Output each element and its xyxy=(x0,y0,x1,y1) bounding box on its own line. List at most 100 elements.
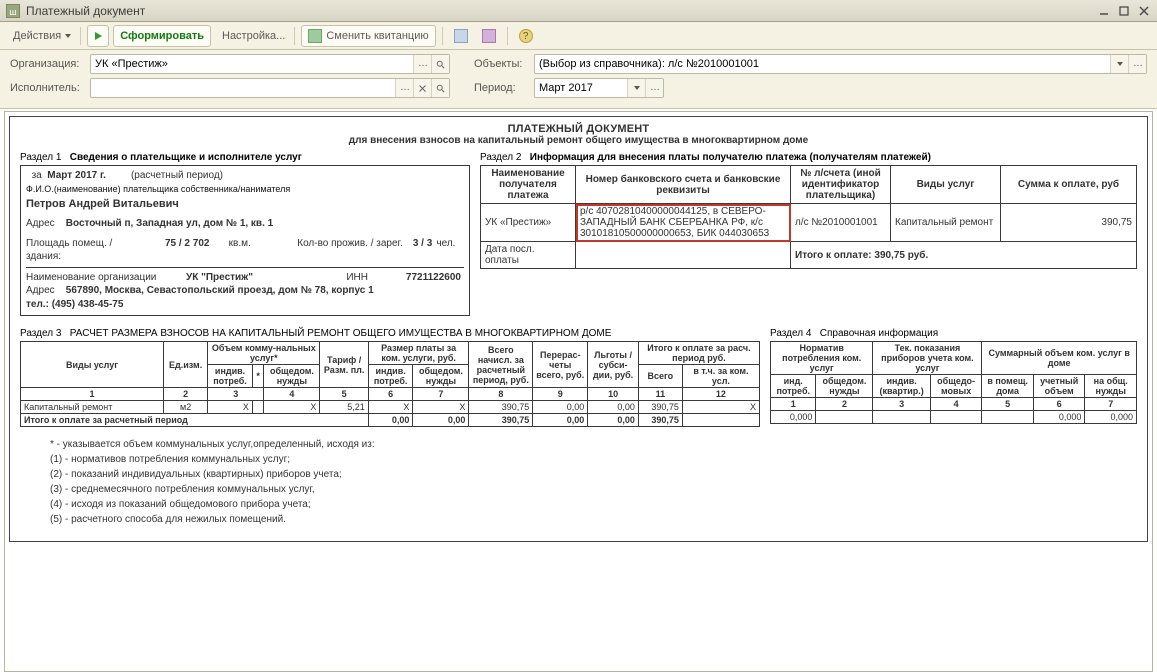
org-label: Организация: xyxy=(10,58,90,70)
sec2-title: Информация для внесения платы получателю… xyxy=(530,152,931,163)
run-button[interactable] xyxy=(87,25,109,47)
s3h-kind: Виды услуг xyxy=(21,342,164,388)
settings-menu[interactable]: Настройка... xyxy=(215,25,288,47)
sec4-num: Раздел 4 xyxy=(770,328,811,339)
change-receipt-button[interactable]: Сменить квитанцию xyxy=(301,25,435,47)
notes: * - указывается объем коммунальных услуг… xyxy=(20,437,1137,527)
s4h-sumvol: Суммарный объем ком. услуг в доме xyxy=(982,342,1137,375)
doc-subtitle: для внесения взносов на капитальный ремо… xyxy=(20,135,1137,146)
sec1-addr-label: Адрес xyxy=(26,218,55,229)
document-area[interactable]: ПЛАТЕЖНЫЙ ДОКУМЕНТ для внесения взносов … xyxy=(4,111,1153,672)
org-search-button[interactable] xyxy=(431,55,449,73)
actions-menu[interactable]: Действия xyxy=(6,25,74,47)
calc-icon xyxy=(482,29,496,43)
sec1-orgaddr-label: Адрес xyxy=(26,285,55,296)
sec1-addr: Восточный п, Западная ул, дом № 1, кв. 1 xyxy=(66,218,273,229)
help-button[interactable]: ? xyxy=(514,25,538,47)
period-select-button[interactable]: … xyxy=(645,79,663,97)
sec1-orgname: УК "Престиж" xyxy=(186,271,326,285)
sec1-residents-unit: чел. xyxy=(436,237,464,264)
sec4-title: Справочная информация xyxy=(820,328,938,339)
s3h-benefits: Льготы / субси-дии, руб. xyxy=(588,342,639,388)
s3h-indiv2: индив. потреб. xyxy=(368,365,413,388)
sec2-h-recipient: Наименование получателя платежа xyxy=(481,166,576,204)
sec2-lastpay-label: Дата посл. оплаты xyxy=(481,242,576,269)
toolbar: Действия Сформировать Настройка... Смени… xyxy=(0,22,1157,50)
table-total-row: Итого к оплате за расчетный период 0,00 … xyxy=(21,414,760,427)
sec3-num: Раздел 3 xyxy=(20,328,61,339)
s3h-total: Итого к оплате за расч. период руб. xyxy=(638,342,759,365)
s3h-common1: общедом. нужды xyxy=(264,365,320,388)
form-button-label: Сформировать xyxy=(120,30,204,42)
note-1: (1) - нормативов потребления коммунальны… xyxy=(50,452,1137,467)
sec1-residents: 3 / 3 xyxy=(409,237,437,264)
sec1-residents-label: Кол-во прожив. / зарег. xyxy=(270,237,409,264)
note-0: * - указывается объем коммунальных услуг… xyxy=(50,437,1137,452)
s3h-unit: Ед.изм. xyxy=(164,342,208,388)
org-field[interactable]: … xyxy=(90,54,450,74)
sec1-tel: (495) 438-45-75 xyxy=(52,299,124,310)
sec2-r-account: р/с 40702810400000044125, в СЕВЕРО-ЗАПАД… xyxy=(576,204,791,242)
sec1-orgaddr: 567890, Москва, Севастопольский проезд, … xyxy=(66,285,374,296)
executor-label: Исполнитель: xyxy=(10,82,90,94)
objects-dropdown-button[interactable] xyxy=(1110,55,1128,73)
note-5: (5) - расчетного способа для нежилых пом… xyxy=(50,512,1137,527)
sec2-r-lic: л/с №2010001001 xyxy=(791,204,891,242)
help-icon: ? xyxy=(519,29,533,43)
table-row: Капитальный ремонт м2 X X 5,21 X X 390,7… xyxy=(21,401,760,414)
form-button[interactable]: Сформировать xyxy=(113,25,211,47)
switch-icon xyxy=(308,29,322,43)
objects-field[interactable]: … xyxy=(534,54,1147,74)
executor-search-button[interactable] xyxy=(431,79,449,97)
s3h-tariff: Тариф / Разм. пл. xyxy=(320,342,368,388)
period-field[interactable]: … xyxy=(534,78,664,98)
close-button[interactable] xyxy=(1135,3,1153,19)
s3h-recalc: Перерас-четы всего, руб. xyxy=(533,342,588,388)
executor-input[interactable] xyxy=(91,79,395,97)
sec2-h-lic: № л/счета (иной идентификатор плательщик… xyxy=(791,166,891,204)
app-icon: ш xyxy=(6,4,20,18)
sec1-area-unit: кв.м. xyxy=(229,237,270,264)
tool-icon-1[interactable] xyxy=(449,25,473,47)
s3h-totall: Всего xyxy=(638,365,682,388)
chevron-down-icon xyxy=(65,34,71,38)
sec4-table: Норматив потребления ком. услуг Тек. пок… xyxy=(770,341,1137,424)
s3h-star1: * xyxy=(252,365,264,388)
period-dropdown-button[interactable] xyxy=(627,79,645,97)
period-input[interactable] xyxy=(535,79,627,97)
objects-label: Объекты: xyxy=(474,58,534,70)
sec1-inn-label: ИНН xyxy=(326,271,376,285)
window-title: Платежный документ xyxy=(26,4,145,18)
s3r-kind: Капитальный ремонт xyxy=(21,401,164,414)
sec2-h-sum: Сумма к оплате, руб xyxy=(1001,166,1137,204)
sec2-h-kind: Виды услуг xyxy=(891,166,1001,204)
sec1-period-suffix: (расчетный период) xyxy=(131,170,223,181)
sec1-area: 75 / 2 702 xyxy=(146,237,229,264)
executor-field[interactable]: … xyxy=(90,78,450,98)
actions-label: Действия xyxy=(13,30,61,42)
change-receipt-label: Сменить квитанцию xyxy=(326,30,428,42)
executor-clear-button[interactable] xyxy=(413,79,431,97)
doc-icon xyxy=(454,29,468,43)
executor-select-button[interactable]: … xyxy=(395,79,413,97)
sec2-r-recipient: УК «Престиж» xyxy=(481,204,576,242)
document: ПЛАТЕЖНЫЙ ДОКУМЕНТ для внесения взносов … xyxy=(9,116,1148,542)
objects-input[interactable] xyxy=(535,55,1110,73)
org-input[interactable] xyxy=(91,55,413,73)
minimize-button[interactable] xyxy=(1095,3,1113,19)
org-select-button[interactable]: … xyxy=(413,55,431,73)
sec2-h-account: Номер банковского счета и банковские рек… xyxy=(576,166,791,204)
sec1-box: за Март 2017 г. (расчетный период) Ф.И.О… xyxy=(20,165,470,316)
sec1-fio-label: Ф.И.О.(наименование) плательщика собстве… xyxy=(26,183,464,195)
s3h-size: Размер платы за ком. услуги, руб. xyxy=(368,342,469,365)
sec1-tel-label: тел.: xyxy=(26,299,49,310)
tool-icon-2[interactable] xyxy=(477,25,501,47)
s3h-vol: Объем комму-нальных услуг* xyxy=(208,342,320,365)
sec1-num: Раздел 1 xyxy=(20,152,61,163)
doc-title: ПЛАТЕЖНЫЙ ДОКУМЕНТ xyxy=(20,123,1137,135)
maximize-button[interactable] xyxy=(1115,3,1133,19)
sec2-table: Наименование получателя платежа Номер ба… xyxy=(480,165,1137,269)
objects-select-button[interactable]: … xyxy=(1128,55,1146,73)
sec2-r-kind: Капитальный ремонт xyxy=(891,204,1001,242)
note-4: (4) - исходя из показаний общедомового п… xyxy=(50,497,1137,512)
